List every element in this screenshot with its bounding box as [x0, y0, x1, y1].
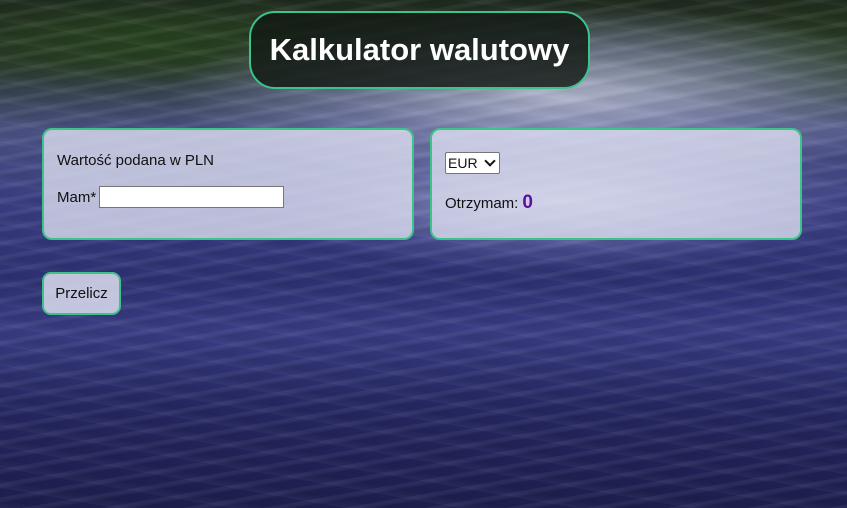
amount-row: Mam*: [57, 186, 285, 208]
currency-select-value: EUR: [448, 155, 478, 171]
chevron-down-icon: [483, 155, 496, 167]
input-panel: Wartość podana w PLN Mam*: [42, 128, 414, 240]
currency-select[interactable]: EUR: [445, 152, 500, 174]
amount-label: Mam*: [57, 188, 97, 206]
amount-input[interactable]: [99, 186, 285, 208]
result-row: Otrzymam: 0: [445, 192, 533, 214]
page-title: Kalkulator walutowy: [269, 32, 570, 67]
calculate-button[interactable]: Przelicz: [42, 272, 121, 315]
input-panel-label: Wartość podana w PLN: [57, 152, 215, 169]
result-value: 0: [522, 192, 533, 213]
result-label: Otrzymam:: [445, 195, 519, 212]
title-banner: Kalkulator walutowy: [249, 11, 590, 89]
output-panel: EUR Otrzymam: 0: [430, 128, 802, 240]
